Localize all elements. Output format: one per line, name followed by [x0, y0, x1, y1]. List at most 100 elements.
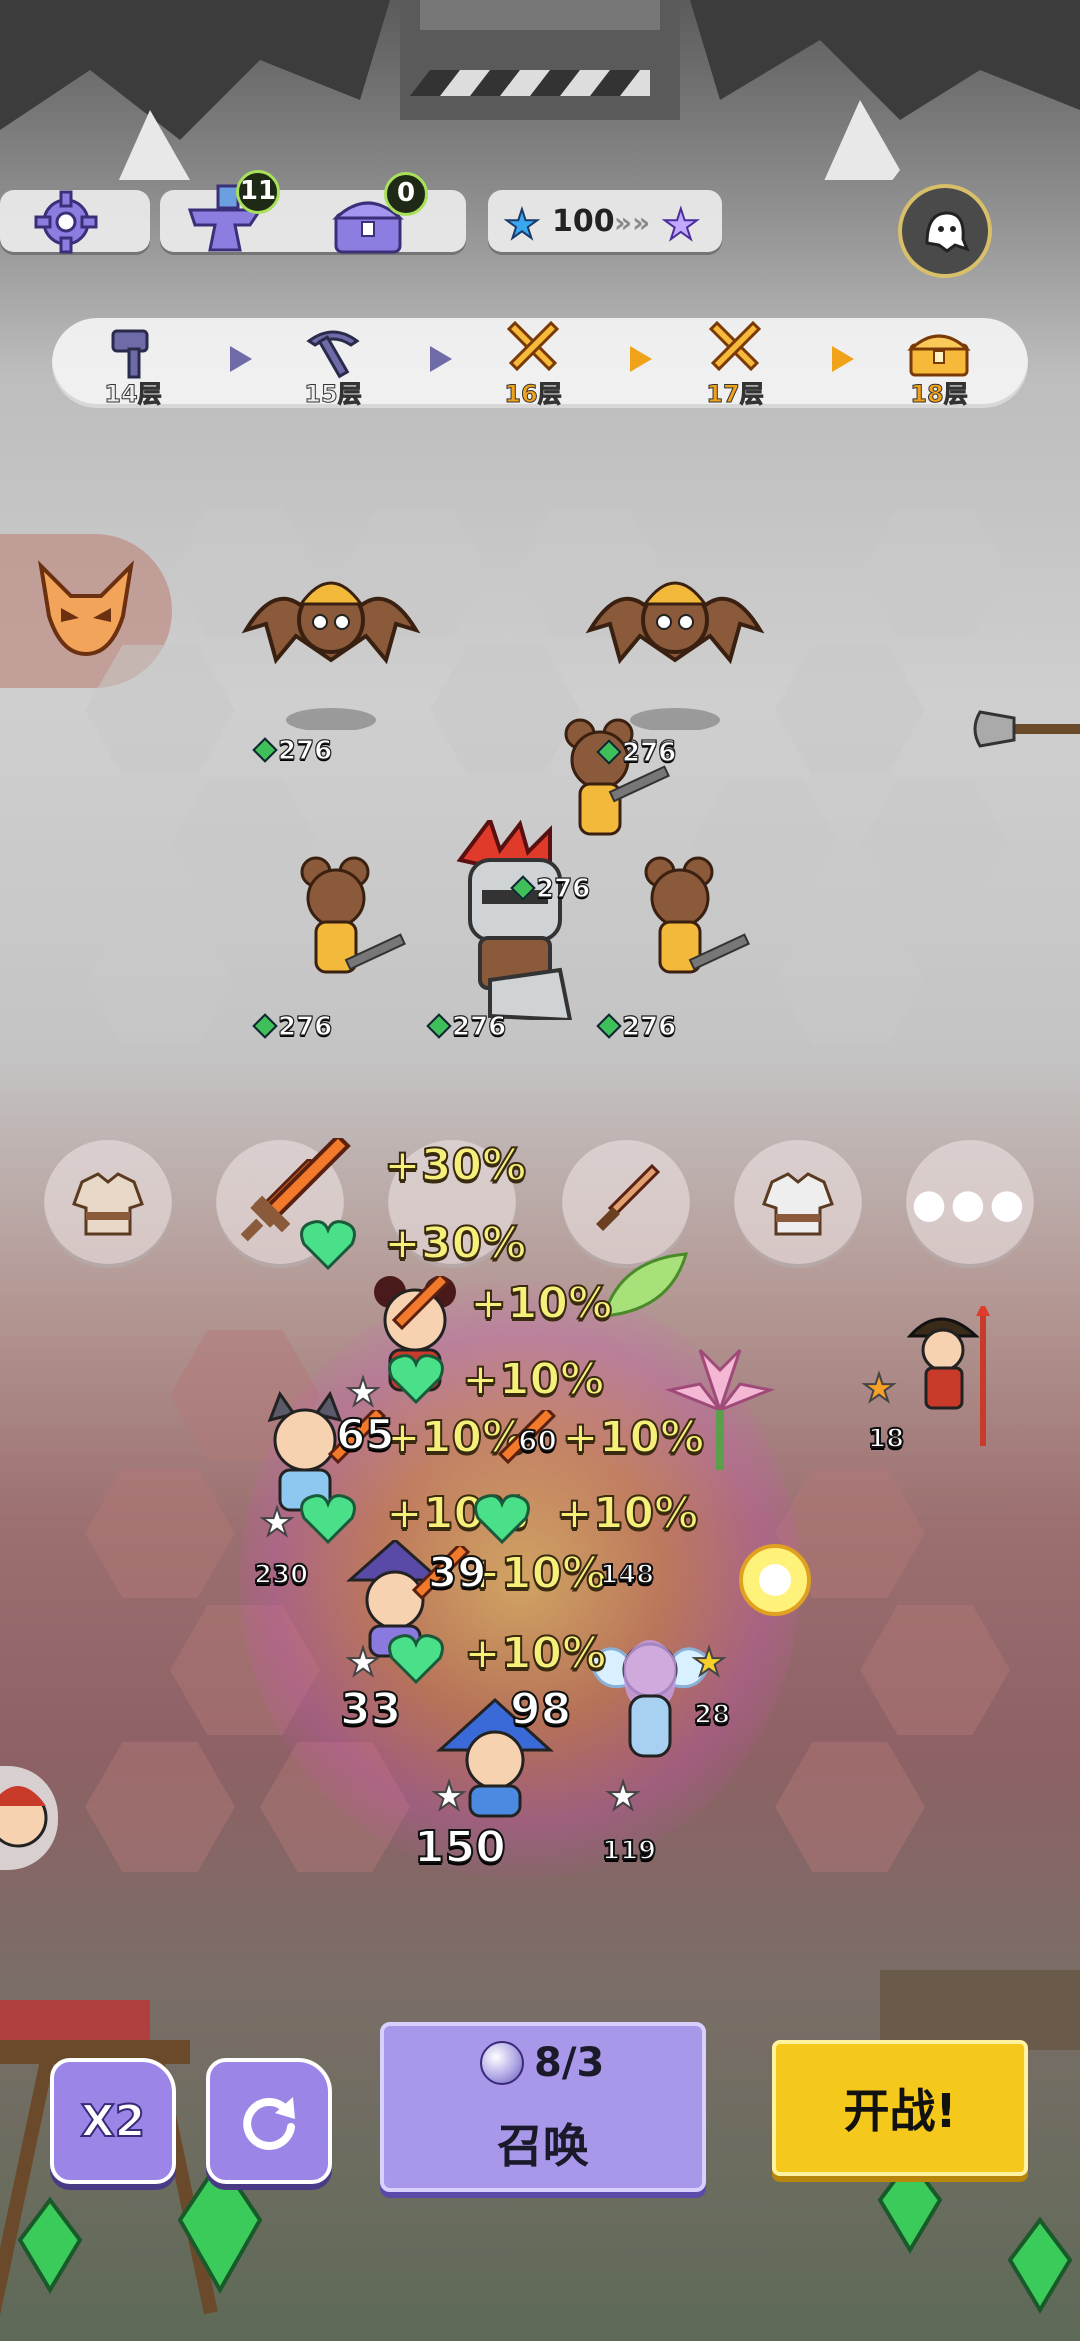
rank-star-icon: ★ [691, 1639, 727, 1685]
floor-arrow [832, 346, 854, 372]
enemy-hp: 276 [510, 873, 591, 905]
anvil-count: 11 [236, 170, 280, 214]
sun-staff-unit[interactable] [720, 1530, 830, 1640]
hammer-icon [100, 322, 166, 380]
chest-count: 0 [384, 172, 428, 216]
floor-arrow [630, 346, 652, 372]
enemy-hp: 276 [426, 1011, 507, 1043]
enemy-hp: 276 [252, 1011, 333, 1043]
buff-text: +10% [555, 1487, 699, 1540]
knight-boss-enemy[interactable] [420, 815, 610, 1023]
floor-label: 16层 [504, 380, 562, 409]
health-buff-icon [300, 1494, 356, 1544]
bat-enemy[interactable] [236, 540, 426, 732]
summon-label: 召唤 [497, 2119, 589, 2173]
floor-label: 14层 [104, 380, 162, 409]
rat-enemy[interactable] [276, 850, 406, 1010]
buff-text: +30% [383, 1139, 527, 1192]
floor-16-current: 16层 [478, 321, 588, 409]
floor-15: 15层 [278, 322, 388, 409]
floor-label: 17层 [706, 380, 764, 409]
pickaxe-icon [300, 322, 366, 380]
purple-star-icon: ★ [661, 199, 701, 250]
shirt-icon [762, 1172, 834, 1236]
speed-x2-button[interactable]: X2 [50, 2058, 176, 2184]
star-count: 100 [552, 204, 615, 239]
rank-star-icon: ★ [431, 1773, 467, 1819]
enemy-tile[interactable] [860, 508, 1010, 638]
guide-avatar-button[interactable] [898, 184, 992, 278]
rank-star-icon: ★ [345, 1639, 381, 1685]
unit-level: 60 [517, 1423, 558, 1458]
buff-text: +30% [383, 1217, 527, 1270]
crossed-swords-icon [500, 321, 566, 380]
enemy-hp: 276 [252, 735, 333, 767]
summon-button[interactable]: 8/3 召唤 [380, 2022, 706, 2192]
unit-level: 33 [339, 1683, 402, 1736]
floor-14: 14层 [78, 322, 188, 409]
blue-star-icon: ★ [503, 201, 541, 249]
floor-arrow [230, 346, 252, 372]
enemy-hp: 276 [596, 737, 677, 769]
bat-enemy[interactable] [580, 540, 770, 732]
unit-level: 65 [335, 1409, 395, 1460]
equip-slot-dagger[interactable] [562, 1140, 690, 1268]
buff-text: +10% [561, 1411, 705, 1464]
shovel-icon [970, 700, 1080, 760]
health-buff-icon [300, 1220, 356, 1270]
gear-icon[interactable] [30, 186, 102, 258]
ghost-icon [925, 211, 970, 253]
orb-icon [480, 2041, 524, 2085]
floor-18: 18层 [884, 322, 994, 409]
unit-level: 18 [867, 1423, 905, 1455]
unit-level: 98 [509, 1683, 572, 1736]
floor-label: 18层 [910, 380, 968, 409]
armor-icon [72, 1172, 144, 1236]
refresh-button[interactable] [206, 2058, 332, 2184]
treasure-chest-icon [906, 322, 972, 380]
health-buff-icon [388, 1634, 444, 1684]
floor-17: 17层 [680, 321, 790, 409]
enemy-tile[interactable] [85, 915, 235, 1045]
refresh-icon [243, 2097, 295, 2150]
equip-slot-shirt[interactable] [734, 1140, 862, 1268]
enemy-tile[interactable] [860, 780, 1010, 910]
cave-ceiling [0, 0, 1080, 180]
enemy-hp: 276 [596, 1011, 677, 1043]
unit-tile[interactable] [775, 1742, 925, 1872]
rat-enemy[interactable] [620, 850, 750, 1010]
enemy-tile[interactable] [775, 645, 925, 775]
ellipsis-icon: ●●● [911, 1181, 1029, 1227]
unit-level: 230 [253, 1559, 309, 1591]
rank-star-icon: ★ [605, 1773, 641, 1819]
unit-tile[interactable] [860, 1605, 1010, 1735]
rank-star-icon: ★ [345, 1369, 381, 1415]
helper-avatar-button[interactable] [0, 1766, 58, 1870]
rank-star-icon: ★ [861, 1365, 897, 1411]
equip-slot-armor[interactable] [44, 1140, 172, 1268]
leaf-decoration [600, 1250, 690, 1320]
health-buff-icon [474, 1494, 530, 1544]
unit-tile[interactable] [85, 1468, 235, 1598]
unit-level: 150 [413, 1821, 507, 1874]
start-battle-button[interactable]: 开战! [772, 2040, 1028, 2176]
unit-level: 148 [599, 1559, 655, 1591]
unit-level: 119 [601, 1835, 657, 1867]
rank-star-icon: ★ [259, 1499, 295, 1545]
unit-level: 28 [693, 1699, 731, 1731]
floor-label: 15层 [304, 380, 362, 409]
more-button[interactable]: ●●● [906, 1140, 1034, 1268]
crossed-swords-icon [702, 321, 768, 380]
health-buff-icon [388, 1354, 444, 1404]
enemy-tile[interactable] [775, 915, 925, 1045]
floor-arrow [430, 346, 452, 372]
double-chevron-icon: »» [614, 206, 651, 239]
unit-level: 39 [427, 1547, 487, 1598]
dagger-icon [595, 1164, 661, 1232]
buff-text: +10% [463, 1627, 607, 1680]
buff-text: +10% [461, 1353, 605, 1406]
spear-soldier-unit[interactable] [900, 1302, 1010, 1456]
helper-face-icon [0, 1786, 48, 1848]
unit-tile[interactable] [85, 1742, 235, 1872]
buff-text: +10% [469, 1277, 613, 1330]
